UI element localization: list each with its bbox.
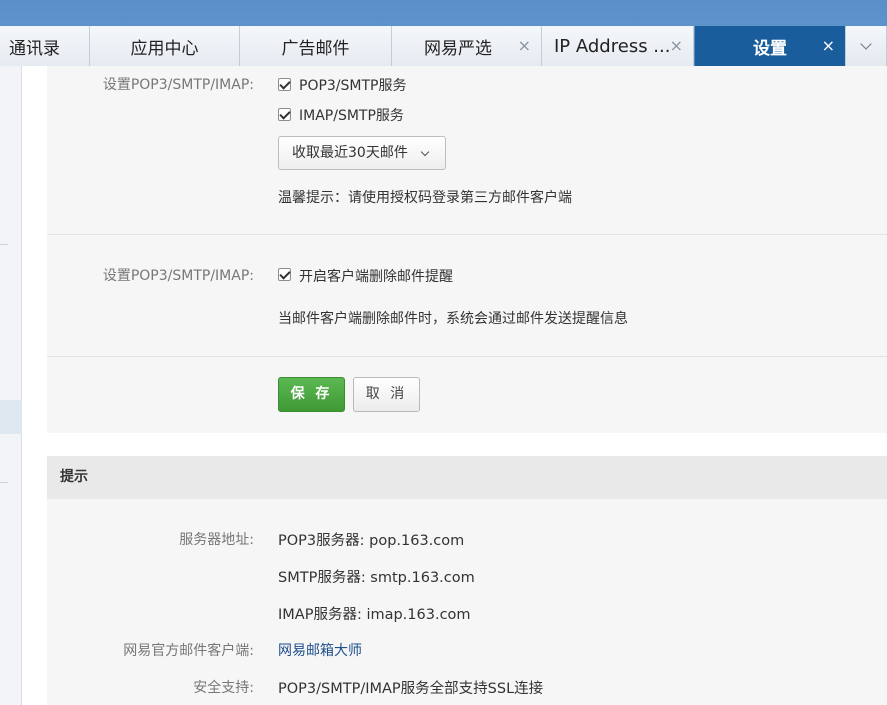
pop3-smtp-checkbox-label[interactable]: POP3/SMTP服务	[299, 75, 407, 95]
pop3-smtp-imap-label: 设置POP3/SMTP/IMAP:	[102, 268, 254, 284]
imap-server: IMAP服务器: imap.163.com	[278, 607, 471, 623]
close-icon[interactable]: ×	[670, 36, 683, 55]
tab-label: IP Address ...	[554, 35, 671, 57]
security-label: 安全支持:	[193, 680, 254, 696]
tab-ip-address[interactable]: IP Address ... ×	[542, 26, 694, 66]
tab-label: 通讯录	[9, 38, 60, 59]
pop3-server: POP3服务器: pop.163.com	[278, 533, 465, 549]
server-address-label: 服务器地址:	[179, 532, 254, 548]
tab-app-center[interactable]: 应用中心	[90, 26, 240, 66]
hints-panel	[47, 499, 887, 705]
cancel-button[interactable]: 取 消	[353, 377, 420, 412]
ssl-support-text: POP3/SMTP/IMAP服务全部支持SSL连接	[278, 681, 544, 697]
tab-label: 设置	[753, 38, 787, 59]
delete-alert-checkbox[interactable]	[278, 268, 291, 281]
close-icon[interactable]: ×	[518, 36, 531, 55]
more-tabs-button[interactable]	[845, 26, 887, 66]
sidebar-divider	[0, 482, 8, 483]
delete-alert-checkbox-label[interactable]: 开启客户端删除邮件提醒	[299, 266, 453, 286]
official-client-label: 网易官方邮件客户端:	[123, 643, 254, 659]
sidebar-selected-item[interactable]	[0, 400, 22, 434]
chevron-down-icon	[420, 147, 430, 157]
section-divider	[47, 234, 887, 235]
tab-label: 网易严选	[424, 38, 492, 59]
auth-code-tip: 温馨提示：请使用授权码登录第三方邮件客户端	[278, 190, 572, 206]
section-divider	[47, 356, 887, 357]
mail-master-link[interactable]: 网易邮箱大师	[278, 640, 362, 660]
imap-smtp-checkbox-label[interactable]: IMAP/SMTP服务	[299, 105, 404, 125]
hints-header: 提示	[47, 456, 887, 499]
tab-contacts[interactable]: 通讯录	[0, 26, 90, 66]
fetch-range-value: 收取最近30天邮件	[292, 145, 408, 161]
tab-netease-yanxuan[interactable]: 网易严选 ×	[392, 26, 542, 66]
save-button[interactable]: 保 存	[278, 377, 345, 412]
tab-settings[interactable]: 设置 ×	[695, 26, 845, 66]
tab-label: 广告邮件	[281, 38, 350, 59]
pop3-settings-panel	[47, 66, 887, 433]
tab-ad-mail[interactable]: 广告邮件	[240, 26, 392, 66]
delete-alert-description: 当邮件客户端删除邮件时，系统会通过邮件发送提醒信息	[278, 311, 628, 327]
chevron-down-icon	[860, 38, 872, 50]
sidebar-divider	[0, 244, 8, 245]
left-sidebar	[0, 66, 22, 705]
pop3-smtp-checkbox[interactable]	[278, 78, 291, 91]
tab-bar: 通讯录 应用中心 广告邮件 网易严选 × IP Address ... × 设置…	[0, 0, 887, 66]
tab-label: 应用中心	[130, 38, 199, 59]
imap-smtp-checkbox[interactable]	[278, 108, 291, 121]
close-icon[interactable]: ×	[822, 36, 835, 55]
fetch-range-dropdown[interactable]: 收取最近30天邮件	[278, 136, 446, 170]
pop3-smtp-imap-label: 设置POP3/SMTP/IMAP:	[102, 77, 254, 93]
smtp-server: SMTP服务器: smtp.163.com	[278, 570, 475, 586]
